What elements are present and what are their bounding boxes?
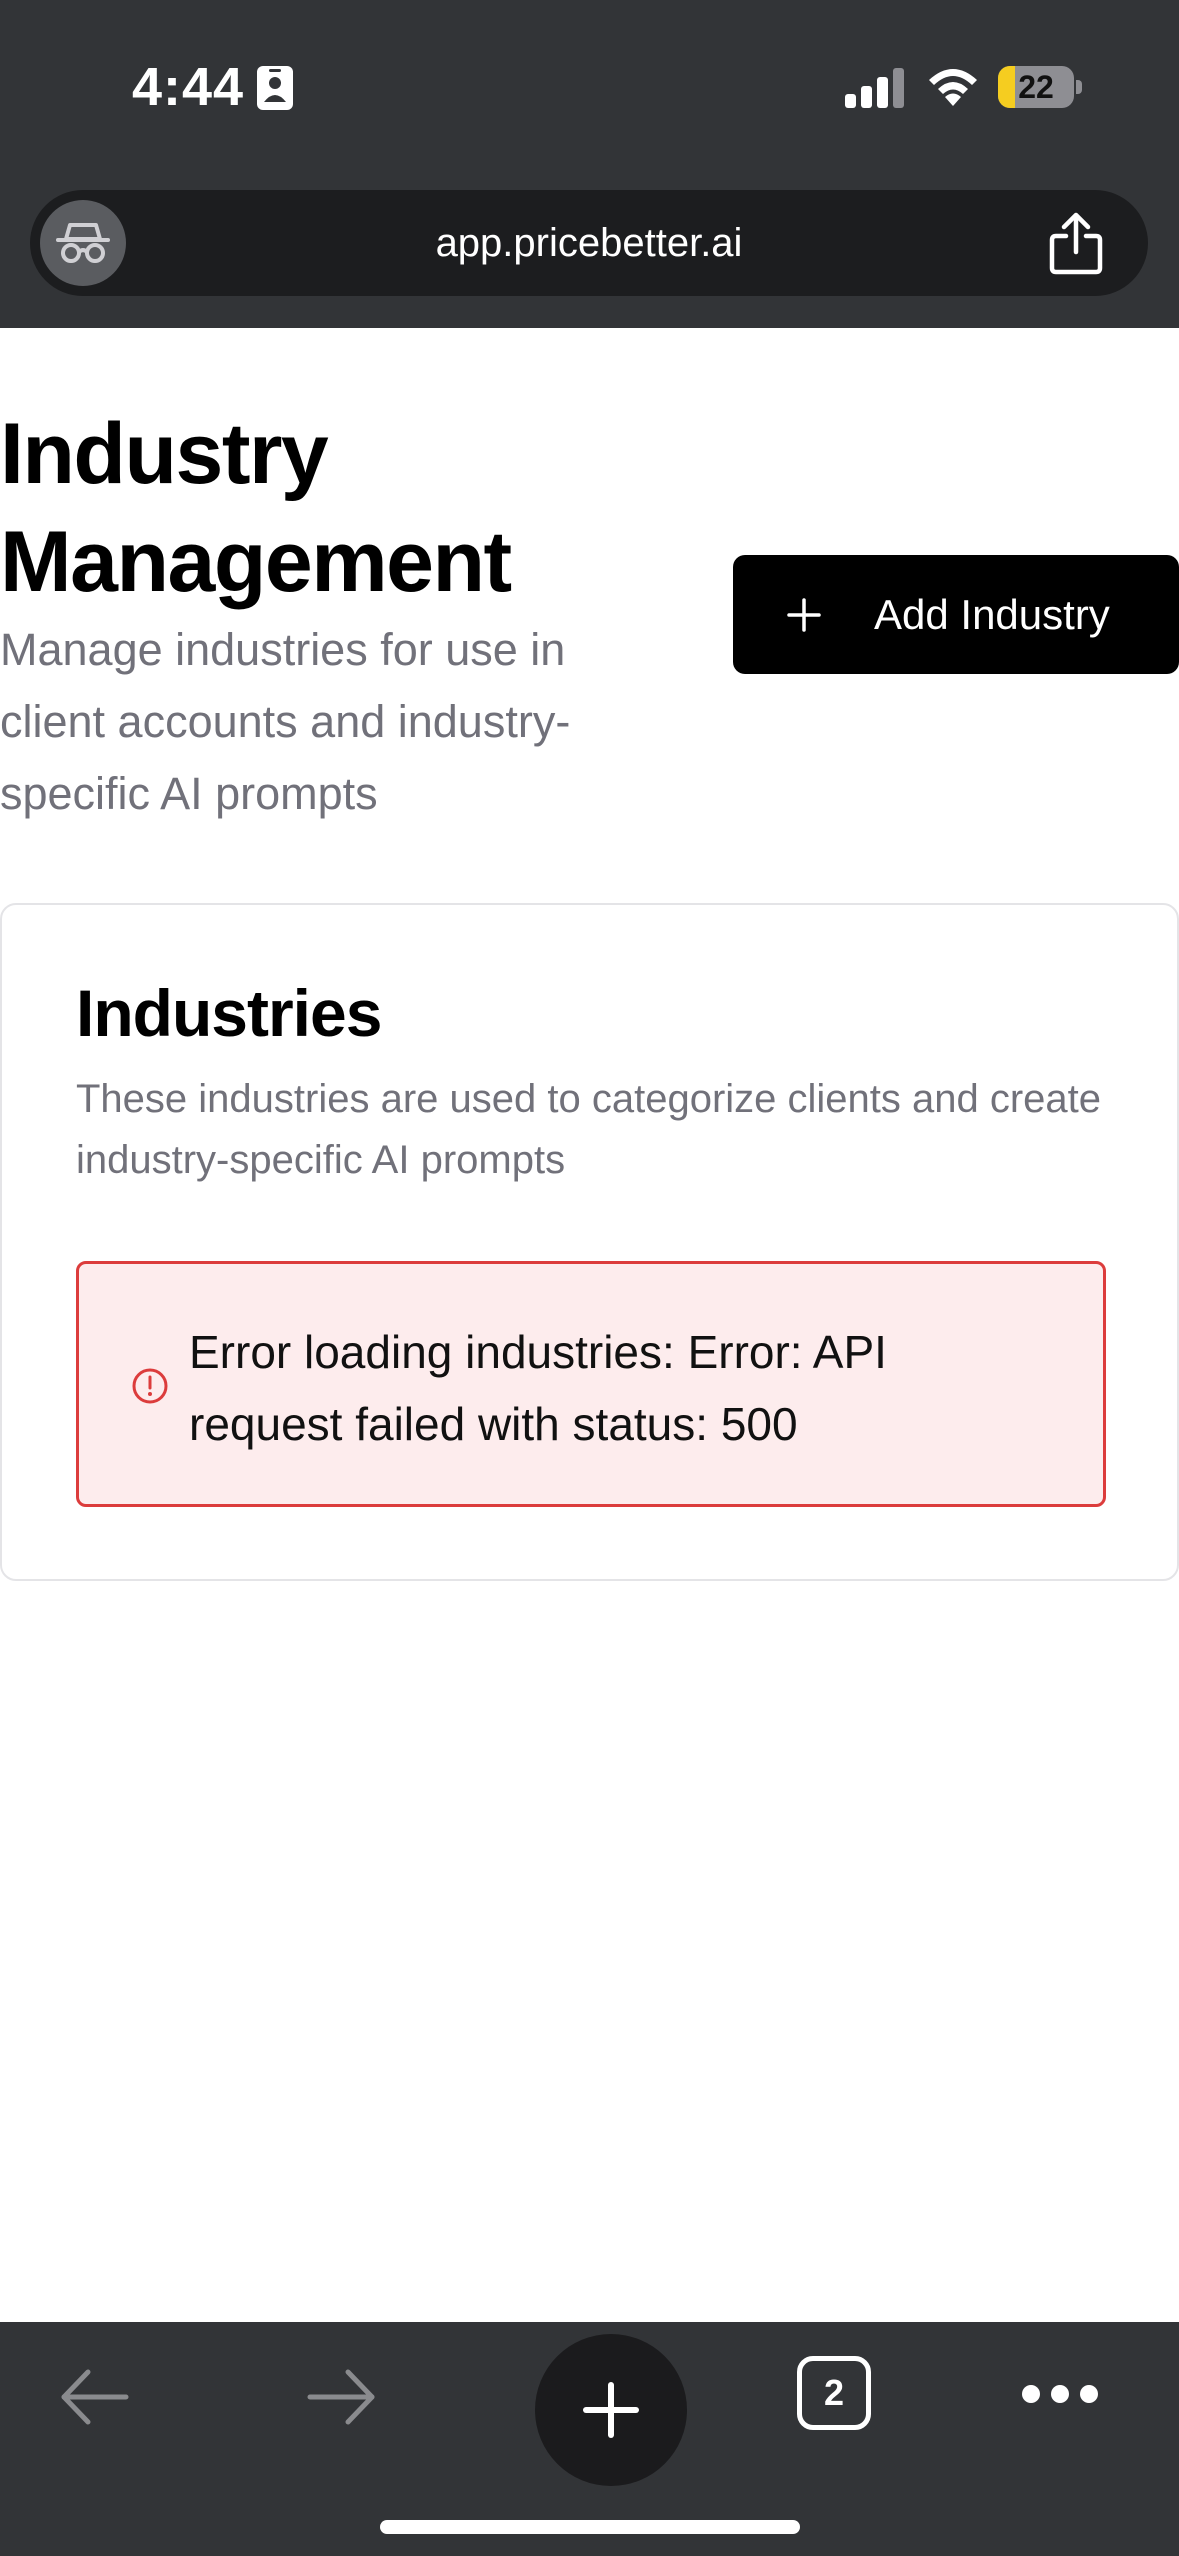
dot (1051, 2385, 1069, 2403)
wifi-icon (929, 69, 977, 106)
card-title: Industries (76, 976, 382, 1050)
url-bar[interactable]: app.pricebetter.ai (30, 190, 1148, 296)
alert-circle-icon (132, 1368, 168, 1404)
tab-switcher-button[interactable]: 2 (797, 2356, 871, 2430)
share-icon[interactable] (1046, 212, 1106, 276)
battery-cap (1076, 80, 1082, 94)
error-message: Error loading industries: Error: API req… (189, 1326, 887, 1450)
cellular-signal-icon (845, 68, 904, 108)
battery-indicator: 22 (998, 66, 1082, 108)
incognito-button[interactable] (40, 200, 126, 286)
card-description: These industries are used to categorize … (76, 1077, 1102, 1182)
url-text[interactable]: app.pricebetter.ai (30, 190, 1148, 296)
more-menu-icon[interactable] (1022, 2382, 1098, 2406)
back-arrow-icon[interactable] (58, 2366, 130, 2428)
new-tab-button[interactable] (535, 2334, 687, 2486)
contact-card-icon (257, 66, 293, 110)
page-title: Industry Management (0, 406, 512, 610)
dot (1080, 2385, 1098, 2403)
status-time: 4:44 (132, 57, 245, 117)
add-industry-button[interactable]: Add Industry (733, 555, 1179, 674)
battery-body: 22 (998, 66, 1074, 108)
industries-card: Industries These industries are used to … (0, 903, 1179, 1581)
browser-top-chrome: 4:44 22 app.pricebetter.ai (0, 0, 1179, 328)
forward-arrow-icon[interactable] (306, 2366, 378, 2428)
home-indicator (380, 2520, 800, 2534)
page-subtitle: Manage industries for use in client acco… (0, 624, 571, 819)
tab-count: 2 (823, 2372, 845, 2413)
dot (1022, 2385, 1040, 2403)
add-industry-button-label: Add Industry (874, 590, 1110, 638)
error-alert: Error loading industries: Error: API req… (76, 1261, 1106, 1507)
incognito-icon (56, 223, 110, 263)
battery-level-text: 22 (1018, 69, 1054, 105)
status-bar: 4:44 22 (0, 0, 1179, 170)
plus-icon (787, 597, 821, 632)
browser-bottom-toolbar: 2 (0, 2322, 1179, 2556)
plus-icon (583, 2382, 639, 2438)
